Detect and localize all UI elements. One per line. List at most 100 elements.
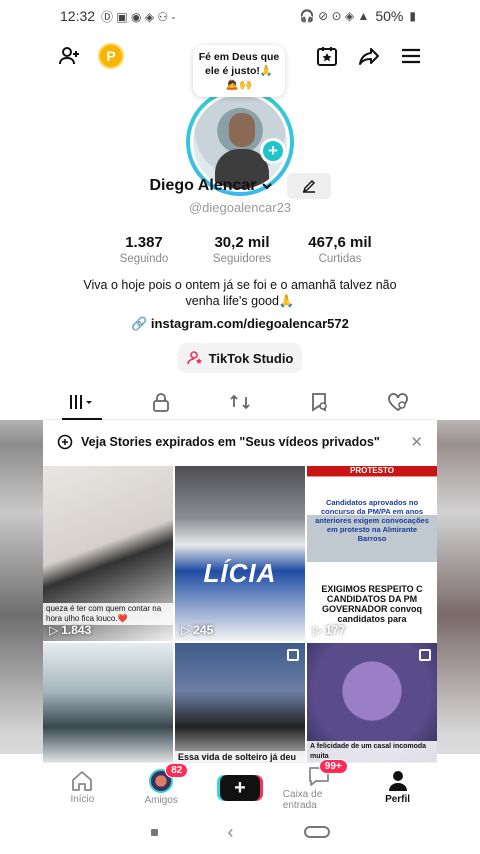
tab-private[interactable] — [141, 385, 181, 419]
play-icon: ▷ — [49, 623, 59, 637]
video-caption: Candidatos aprovados no concurso da PM/P… — [315, 498, 429, 543]
status-bubble[interactable]: Fé em Deus que ele é justo!🙏 🙇🙌 — [193, 45, 285, 97]
profile-name: Diego Alencar — [149, 177, 257, 194]
stat-followers[interactable]: 30,2 mil Seguidores — [202, 234, 282, 265]
stat-following[interactable]: 1.387 Seguindo — [104, 234, 184, 265]
nav-label: Amigos — [144, 795, 178, 806]
nav-label: Perfil — [385, 794, 411, 805]
nav-label: Início — [70, 794, 95, 805]
link-text: instagram.com/diegoalencar572 — [150, 316, 349, 331]
tab-saved[interactable] — [299, 385, 339, 419]
nav-label: Caixa de entrada — [282, 788, 323, 811]
bio-line: venha life's good🙏 — [185, 294, 295, 308]
tab-reposts[interactable] — [220, 385, 260, 419]
views-text: 1.843 — [61, 623, 92, 637]
video-caption-secondary: EXIGIMOS RESPEITO C CANDIDATOS DA PM GOV… — [311, 584, 433, 624]
recent-apps-icon[interactable] — [150, 828, 158, 836]
lock-icon — [153, 392, 170, 412]
chevron-down-icon — [261, 183, 272, 190]
menu-icon[interactable] — [398, 43, 424, 69]
view-count: ▷ 1.843 — [49, 623, 91, 637]
grid-icon — [70, 394, 93, 409]
heart-eye-icon — [387, 392, 408, 411]
profile-name-group[interactable]: Diego Alencar — [150, 177, 273, 195]
battery-icon: ▮ — [409, 9, 416, 23]
nav-create[interactable]: + — [204, 774, 276, 801]
add-circle-icon — [57, 434, 73, 450]
bookmark-eye-icon — [311, 392, 327, 412]
stat-value: 467,6 mil — [308, 234, 372, 251]
studio-label: TikTok Studio — [208, 350, 294, 366]
view-count: ▷ 177 — [313, 623, 345, 637]
bubble-line: 🙇🙌 — [225, 79, 253, 91]
video-thumbnail[interactable]: LÍCIA ▷ 245 — [175, 466, 305, 641]
bubble-line: ele é justo!🙏 — [205, 65, 273, 77]
views-text: 177 — [325, 623, 346, 637]
profile-icon — [388, 771, 407, 791]
tiktok-studio-button[interactable]: TikTok Studio — [178, 343, 302, 373]
multi-image-icon — [287, 649, 299, 661]
video-thumbnail[interactable] — [43, 643, 173, 763]
video-caption: queza é ter com quem contar na hora ulho… — [43, 603, 173, 625]
stories-banner[interactable]: Veja Stories expirados em "Seus vídeos p… — [43, 424, 437, 460]
calendar-star-icon[interactable] — [314, 43, 340, 69]
pencil-icon — [302, 180, 315, 193]
multi-image-icon — [419, 649, 431, 661]
clock: 12:32 — [60, 8, 96, 24]
close-icon[interactable]: ✕ — [410, 433, 423, 451]
add-story-button[interactable]: + — [260, 138, 286, 164]
add-friend-icon[interactable] — [56, 43, 82, 69]
stat-value: 30,2 mil — [214, 234, 270, 251]
view-count: ▷ 245 — [181, 623, 213, 637]
friends-badge: 82 — [165, 763, 189, 778]
create-button[interactable]: + — [219, 774, 260, 801]
video-grid: queza é ter com quem contar na hora ulho… — [43, 466, 437, 763]
tab-liked[interactable] — [378, 385, 418, 419]
play-icon: ▷ — [181, 623, 191, 637]
bottom-navigation: Início 82 Amigos + 99+ Caixa de entrada … — [43, 758, 437, 812]
video-thumbnail[interactable]: A felicidade de um casal incomoda muita — [307, 643, 437, 763]
stat-label: Curtidas — [318, 253, 362, 265]
video-title: PROTESTO — [307, 466, 437, 476]
back-icon[interactable]: ‹ — [228, 822, 234, 843]
video-caption: LÍCIA — [203, 558, 277, 588]
stat-label: Seguidores — [212, 253, 272, 265]
nav-friends[interactable]: 82 Amigos — [125, 763, 197, 806]
stat-value: 1.387 — [125, 234, 163, 251]
status-bar: 12:32 Ⓓ ▣ ◉ ◈ ⚇ ‑ 🎧 ⊘ ⊙ ◈ ▲ 50% ▮ — [0, 0, 480, 32]
stories-banner-text: Veja Stories expirados em "Seus vídeos p… — [81, 435, 380, 449]
battery-level: 50% — [375, 8, 404, 24]
link-icon: 🔗 — [131, 316, 148, 331]
avatar-head — [229, 113, 255, 147]
bio-line: Viva o hoje pois o ontem já se foi e o a… — [83, 278, 397, 292]
play-icon: ▷ — [313, 623, 323, 637]
bubble-line: Fé em Deus que — [198, 51, 280, 63]
status-icons: 🎧 ⊘ ⊙ ◈ ▲ — [299, 9, 370, 23]
video-thumbnail[interactable]: queza é ter com quem contar na hora ulho… — [43, 466, 173, 641]
home-icon — [72, 771, 93, 791]
studio-icon — [186, 351, 202, 365]
stat-label: Seguindo — [119, 253, 169, 265]
profile-stats: 1.387 Seguindo 30,2 mil Seguidores 467,6… — [104, 234, 380, 265]
video-thumbnail[interactable]: PROTESTO Candidatos aprovados no concurs… — [307, 466, 437, 641]
coins-icon[interactable]: P — [98, 43, 124, 69]
profile-handle: @diegoalencar23 — [188, 200, 292, 215]
tab-videos[interactable] — [62, 385, 103, 420]
share-icon[interactable] — [356, 43, 382, 69]
nav-profile[interactable]: Perfil — [362, 770, 434, 805]
nav-home[interactable]: Início — [46, 770, 118, 805]
profile-link[interactable]: 🔗 instagram.com/diegoalencar572 — [0, 316, 480, 332]
inbox-badge: 99+ — [318, 758, 348, 774]
video-thumbnail[interactable]: Essa vida de solteiro já deu — [175, 643, 305, 763]
notification-icons: Ⓓ ▣ ◉ ◈ ⚇ ‑ — [101, 9, 176, 24]
profile-bio: Viva o hoje pois o ontem já se foi e o a… — [70, 277, 410, 309]
system-navigation: ‹ — [0, 812, 480, 852]
nav-inbox[interactable]: 99+ Caixa de entrada — [282, 758, 355, 811]
home-pill-icon[interactable] — [303, 826, 330, 838]
edit-profile-button[interactable] — [286, 173, 331, 199]
name-row: Diego Alencar — [0, 172, 480, 200]
stat-likes[interactable]: 467,6 mil Curtidas — [300, 234, 380, 265]
repost-icon — [230, 394, 250, 409]
profile-tabs — [43, 384, 437, 420]
views-text: 245 — [193, 623, 214, 637]
